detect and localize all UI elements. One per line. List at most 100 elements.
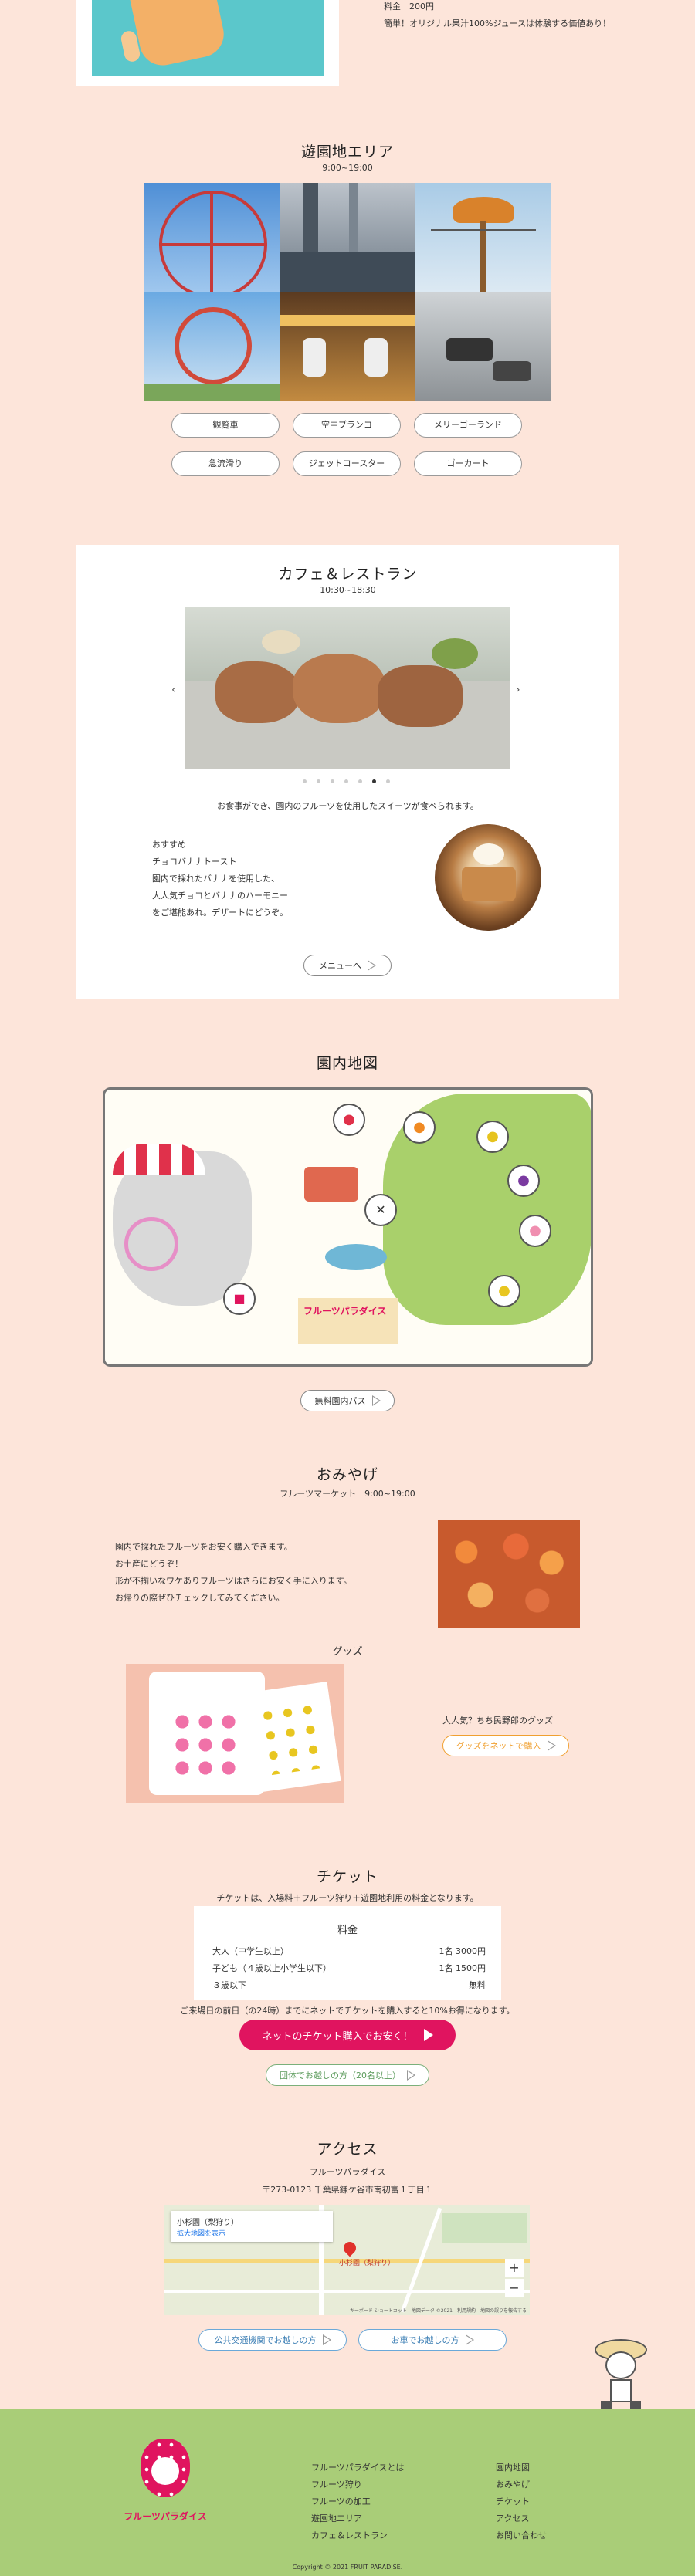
ticket-desc: チケットは、入場料＋フルーツ狩り＋遊園地利用の料金となります。 [216,1893,479,1903]
ticket-title: チケット [316,1868,378,1885]
map-restaurant-icon: ✕ [364,1194,397,1226]
google-map[interactable]: 小杉園（梨狩り） 拡大地図を表示 小杉園（梨狩り） + − キーボード ショート… [164,2205,530,2315]
arrow-right-icon [322,2334,331,2345]
ride-button-ferris[interactable]: 観覧車 [171,413,280,438]
price-table-title: 料金 [337,1925,358,1936]
carousel-dot-active[interactable] [372,779,376,783]
map-ferris-wheel-icon [124,1217,178,1271]
carousel-dot[interactable] [358,779,362,783]
cafe-carousel-photo [185,607,510,769]
recommend-line: 大人気チョコとバナナのハーモニー [152,891,288,901]
carousel-dots [303,779,392,786]
public-transport-label: 公共交通機関でお越しの方 [214,2335,317,2345]
map-banana-icon: ● [488,1275,520,1307]
copyright: Copyright © 2021 FRUIT PARADISE. [292,2564,403,2571]
arrow-right-icon [407,2070,415,2081]
cafe-caption: お食事ができ、園内のフルーツを使用したスイーツが食べられます。 [217,801,479,811]
arrow-right-icon [371,1395,381,1406]
recommend-line: チョコバナナトースト [152,857,237,867]
carousel-dot[interactable] [331,779,334,783]
recommend-line: 園内で採れたバナナを使用した、 [152,874,280,884]
map-info-card: 小杉園（梨狩り） 拡大地図を表示 [171,2211,333,2242]
carousel-dot[interactable] [344,779,348,783]
souvenir-sub: フルーツマーケット 9:00~19:00 [280,1489,415,1499]
price-row-value: 無料 [469,1980,486,1990]
map-title: 園内地図 [316,1055,378,1072]
map-enlarge-link[interactable]: 拡大地図を表示 [177,2228,225,2238]
map-strawberry-icon: ● [333,1104,365,1136]
footer [0,2409,695,2576]
carousel-dot[interactable] [317,779,320,783]
goods-buy-button[interactable]: グッズをネットで購入 [442,1735,569,1756]
farmer-mascot-illustration [578,2334,663,2419]
cafe-recommend: おすすめ チョコバナナトースト 園内で採れたバナナを使用した、 大人気チョコとバ… [152,837,288,921]
map-pin-icon [341,2239,359,2257]
ticket-notice: ご来場日の前日（の24時）までにネットでチケットを購入すると10%お得になります… [180,2006,515,2016]
footer-link-cafe[interactable]: カフェ＆レストラン [311,2529,388,2541]
swing-ride-photo [415,183,551,292]
menu-button-label: メニューへ [319,961,361,971]
map-tent-icon [113,1144,205,1175]
ride-button-rapids[interactable]: 急流滑り [171,451,280,476]
fruit-market-photo [438,1520,580,1628]
amusement-title: 遊園地エリア [300,144,394,161]
drop-tower-photo [280,183,415,292]
souvenir-text: 園内で採れたフルーツをお安く購入できます。 お土産にどうぞ！ 形が不揃いなワケあ… [115,1539,352,1607]
merry-go-round-photo [280,292,415,401]
goods-title: グッズ [332,1646,363,1658]
ride-button-swing[interactable]: 空中ブランコ [293,413,401,438]
roller-coaster-photo [144,292,280,401]
footer-logo-text: フルーツパラダイス [124,2511,207,2522]
public-transport-button[interactable]: 公共交通機関でお越しの方 [198,2329,347,2351]
cafe-title: カフェ＆レストラン [278,566,418,583]
online-ticket-button[interactable]: ネットのチケット購入でお安く！ [239,2020,456,2050]
carousel-prev-arrow[interactable]: ‹ [171,684,176,696]
carousel-dot[interactable] [303,779,307,783]
souvenir-line: 園内で採れたフルーツをお安く購入できます。 [115,1542,293,1552]
ride-button-go-kart[interactable]: ゴーカート [414,451,522,476]
ride-button-merry-go-round[interactable]: メリーゴーランド [414,413,522,438]
map-logo-text: フルーツパラダイス [303,1306,387,1317]
group-button[interactable]: 団体でお越しの方（20名以上） [266,2064,429,2086]
menu-button[interactable]: メニューへ [303,955,392,976]
map-orange-icon: ● [403,1111,436,1144]
go-kart-photo [415,292,551,401]
souvenir-title: おみやげ [316,1466,378,1483]
carousel-dot[interactable] [386,779,390,783]
juice-desc: 簡単！オリジナル果汁100%ジュースは体験する価値あり！ [384,19,612,29]
footer-link-ticket[interactable]: チケット [496,2495,530,2507]
ferris-wheel-photo [144,183,280,292]
footer-link-about[interactable]: フルーツパラダイスとは [311,2461,404,2473]
goods-buy-label: グッズをネットで購入 [456,1741,541,1751]
footer-link-processing[interactable]: フルーツの加工 [311,2495,371,2507]
car-access-button[interactable]: お車でお越しの方 [358,2329,507,2351]
map-house [304,1167,358,1202]
price-table: 料金 大人（中学生以上） 1名 3000円 子ども（４歳以上小学生以下） 1名 … [194,1906,501,2000]
recommend-line: をご堪能あれ。デザートにどうぞ。 [152,908,289,918]
price-row-value: 1名 1500円 [439,1963,486,1973]
recommend-line: おすすめ [152,840,186,850]
footer-link-access[interactable]: アクセス [496,2512,529,2524]
footer-link-souvenir[interactable]: おみやげ [496,2478,530,2490]
footer-link-contact[interactable]: お問い合わせ [496,2529,547,2541]
free-pass-button[interactable]: 無料園内パス [300,1390,395,1411]
ride-button-coaster[interactable]: ジェットコースター [293,451,401,476]
juice-photo-frame [76,0,339,86]
carousel-next-arrow[interactable]: › [516,684,520,696]
goods-note: 大人気？ちち民野郎のグッズ [442,1716,553,1726]
amusement-hours: 9:00~19:00 [322,163,373,173]
souvenir-line: お土産にどうぞ！ [115,1559,183,1569]
price-row-label: ３歳以下 [212,1980,246,1990]
zoom-out-button[interactable]: − [505,2279,524,2297]
footer-link-fruit-picking[interactable]: フルーツ狩り [311,2478,362,2490]
price-row-label: 大人（中学生以上） [212,1946,289,1956]
free-pass-label: 無料園内パス [314,1396,366,1406]
footer-link-map[interactable]: 園内地図 [496,2461,530,2473]
online-ticket-label: ネットのチケット購入でお安く！ [262,2030,413,2043]
arrow-right-icon [547,1740,556,1751]
footer-link-amusement[interactable]: 遊園地エリア [311,2512,362,2524]
footer-logo[interactable]: フルーツパラダイス [117,2439,213,2531]
map-peach-icon: ● [519,1215,551,1247]
zoom-in-button[interactable]: + [505,2259,524,2277]
arrow-right-icon [465,2334,474,2345]
